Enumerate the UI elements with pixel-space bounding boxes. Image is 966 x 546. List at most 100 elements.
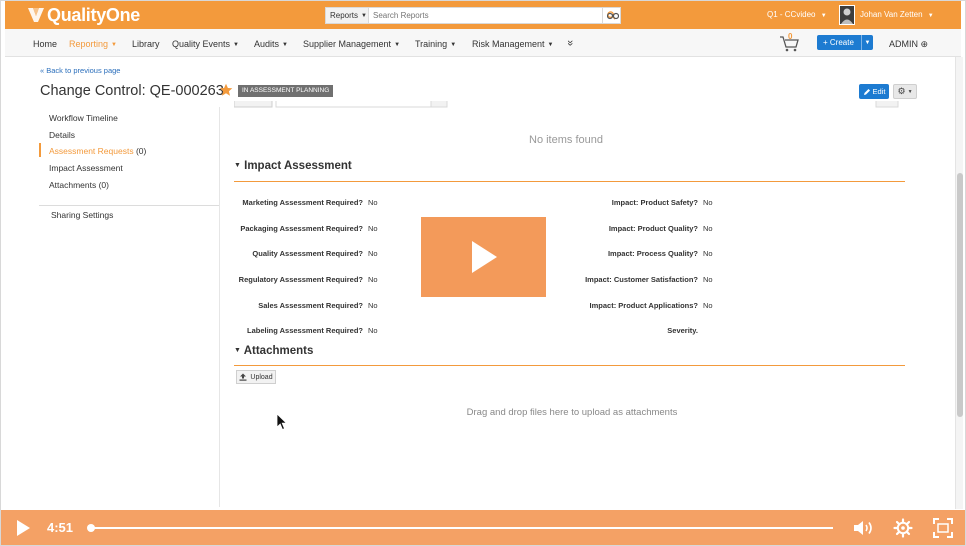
active-indicator xyxy=(39,143,41,157)
chevron-down-icon: ▼ xyxy=(820,13,827,19)
scrollbar-thumb[interactable] xyxy=(957,173,963,417)
double-chevron-icon: » xyxy=(564,39,577,47)
section-title: Attachments xyxy=(243,345,314,357)
upload-icon xyxy=(239,373,247,381)
nav-item-label: Training xyxy=(415,39,448,49)
nav-item-reporting[interactable]: Reporting ▼ xyxy=(69,39,117,49)
avatar[interactable] xyxy=(839,5,855,25)
video-play-overlay-button[interactable] xyxy=(421,217,546,297)
nav-item-library[interactable]: Library xyxy=(132,39,160,49)
chevron-down-icon: ▼ xyxy=(907,88,913,95)
section-divider xyxy=(234,365,905,366)
nav-item-label: Audits xyxy=(254,39,280,49)
nav-item-label: Library xyxy=(132,39,160,49)
sidebar-item-impact-assessment[interactable]: Impact Assessment xyxy=(49,163,123,173)
chevron-down-icon: ▼ xyxy=(361,12,367,19)
chevron-down-icon: ▼ xyxy=(927,13,934,19)
mouse-cursor-icon xyxy=(276,413,288,431)
partial-toolbar xyxy=(234,101,899,108)
field-value: No xyxy=(703,249,713,258)
upload-button-label: Upload xyxy=(250,373,273,381)
field-label: Impact: Product Quality? xyxy=(608,224,698,233)
nav-item-quality-events[interactable]: Quality Events ▼ xyxy=(172,39,239,49)
user-photo-icon xyxy=(841,8,853,24)
vault-selector[interactable]: Q1 - CCvideo ▼ xyxy=(767,10,827,19)
dropzone-hint[interactable]: Drag and drop files here to upload as at… xyxy=(220,407,920,418)
search-scope-select[interactable]: Reports ▼ xyxy=(325,7,369,24)
field-label: Impact: Product Applications? xyxy=(589,301,698,310)
search-bar: Reports ▼ xyxy=(325,7,621,24)
field-value: No xyxy=(703,301,713,310)
play-icon[interactable] xyxy=(15,519,31,537)
field-value: No xyxy=(368,326,378,335)
field-value: No xyxy=(368,249,378,258)
sidebar-item-count: (0) xyxy=(135,146,147,156)
vault-selector-label: Q1 - CCvideo xyxy=(767,10,816,19)
nav-item-risk-management[interactable]: Risk Management ▼ xyxy=(472,39,554,49)
pencil-icon xyxy=(863,88,870,95)
field-label: Impact: Customer Satisfaction? xyxy=(585,275,698,284)
settings-gear-icon[interactable] xyxy=(893,518,913,538)
binoculars-icon[interactable] xyxy=(607,11,619,20)
admin-link[interactable]: ADMIN ⊕ xyxy=(889,39,928,50)
field-label: Impact: Product Safety? xyxy=(611,198,698,207)
sidebar-item-assessment-requests[interactable]: Assessment Requests (0) xyxy=(49,146,146,156)
chevron-down-icon: ▼ xyxy=(282,42,288,48)
fullscreen-icon[interactable] xyxy=(933,518,953,538)
search-input[interactable] xyxy=(369,7,603,24)
nav-item-training[interactable]: Training ▼ xyxy=(415,39,456,49)
sidebar: Workflow Timeline Details Assessment Req… xyxy=(27,107,219,507)
field-label: Sales Assessment Required? xyxy=(258,301,363,310)
video-control-bar: 4:51 xyxy=(1,510,965,545)
nav-item-label: Reporting xyxy=(69,39,109,49)
chevron-down-icon: ▼ xyxy=(233,42,239,48)
nav-item-home[interactable]: Home xyxy=(33,39,57,49)
status-badge: IN ASSESSMENT PLANNING xyxy=(238,85,334,97)
field-value: No xyxy=(368,198,378,207)
field-label: Severity. xyxy=(667,326,698,335)
vault-logo-icon xyxy=(28,8,44,22)
field-label: Regulatory Assessment Required? xyxy=(238,275,363,284)
app-logo[interactable]: QualityOne xyxy=(27,4,140,26)
section-header-attachments[interactable]: ▼ Attachments xyxy=(234,345,313,357)
play-icon xyxy=(471,241,497,273)
main-content: No items found ▼ Impact Assessment Marke… xyxy=(220,101,920,509)
empty-state-message: No items found xyxy=(529,134,603,146)
user-menu[interactable]: Johan Van Zetten ▼ xyxy=(860,10,934,19)
chevron-down-icon: ▼ xyxy=(547,42,554,48)
sidebar-item-workflow-timeline[interactable]: Workflow Timeline xyxy=(49,113,118,123)
video-progress-handle[interactable] xyxy=(87,524,95,532)
top-bar: QualityOne Reports ▼ Q1 - CCvideo xyxy=(5,1,961,29)
video-frame: QualityOne Reports ▼ Q1 - CCvideo xyxy=(0,0,966,546)
nav-item-supplier-management[interactable]: Supplier Management ▼ xyxy=(303,39,400,49)
field-value: No xyxy=(368,224,378,233)
chevron-down-icon: ▼ xyxy=(394,42,401,48)
video-progress-track[interactable] xyxy=(91,527,833,529)
section-header-impact-assessment[interactable]: ▼ Impact Assessment xyxy=(234,160,352,172)
chevron-down-icon[interactable]: ▼ xyxy=(861,35,873,50)
sidebar-item-sharing-settings[interactable]: Sharing Settings xyxy=(51,210,113,220)
sidebar-item-attachments[interactable]: Attachments (0) xyxy=(49,180,109,190)
page-scrollbar[interactable] xyxy=(955,57,963,509)
sidebar-item-details[interactable]: Details xyxy=(49,130,75,140)
field-value: No xyxy=(368,275,378,284)
field-value: No xyxy=(368,301,378,310)
nav-item-audits[interactable]: Audits ▼ xyxy=(254,39,288,49)
page-title: Change Control: QE-000263 xyxy=(40,83,224,99)
field-label: Impact: Process Quality? xyxy=(607,249,698,258)
field-label: Quality Assessment Required? xyxy=(252,249,363,258)
create-button[interactable]: + Create ▼ xyxy=(817,35,873,50)
back-link[interactable]: « Back to previous page xyxy=(40,66,120,75)
nav-item-label: Supplier Management xyxy=(303,39,392,49)
favorite-star-icon[interactable] xyxy=(219,83,233,97)
actions-menu-button[interactable]: ⚙ ▼ xyxy=(893,84,917,99)
nav-item-label: Home xyxy=(33,39,58,49)
sidebar-item-label: Assessment Requests xyxy=(49,146,134,156)
upload-button[interactable]: Upload xyxy=(236,370,276,384)
edit-button[interactable]: Edit xyxy=(859,84,889,99)
chevron-down-icon: ▼ xyxy=(111,42,117,48)
nav-more-button[interactable]: » xyxy=(564,37,577,49)
volume-icon[interactable] xyxy=(853,519,875,537)
gear-icon: ⚙ xyxy=(897,86,906,96)
field-label: Packaging Assessment Required? xyxy=(240,224,363,233)
